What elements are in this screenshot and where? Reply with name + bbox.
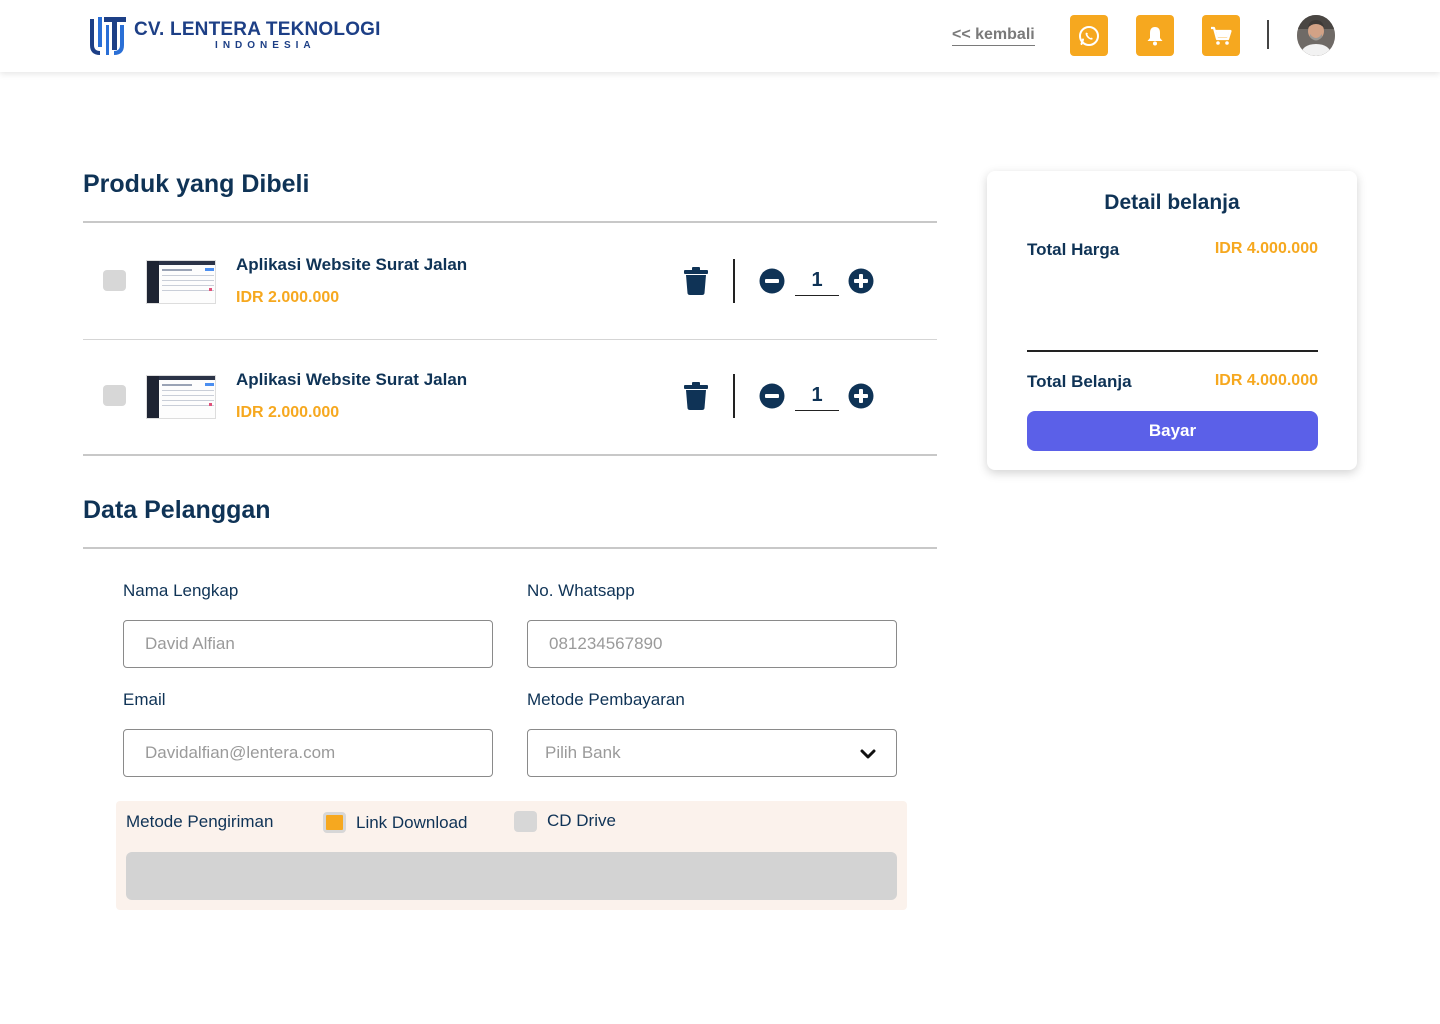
name-label: Nama Lengkap [123,581,239,600]
logo-subtitle: INDONESIA [215,40,316,51]
quantity-input[interactable] [795,266,839,296]
quantity-input[interactable] [795,381,839,411]
shipping-option-label[interactable]: Link Download [356,813,468,833]
pay-button[interactable]: Bayar [1027,411,1318,451]
shipping-option-label[interactable]: CD Drive [547,811,616,831]
company-logo[interactable]: CV. LENTERA TEKNOLOGI INDONESIA [88,14,381,58]
bell-icon [1147,26,1163,45]
product-row: Aplikasi Website Surat Jalan IDR 2.000.0… [83,224,937,339]
header-divider [1267,20,1269,49]
payment-method-value: Pilih Bank [545,743,621,762]
whatsapp-input[interactable] [527,620,897,668]
back-link[interactable]: << kembali [952,26,1035,46]
top-navbar: CV. LENTERA TEKNOLOGI INDONESIA << kemba… [0,0,1440,72]
product-thumbnail [146,260,216,304]
shipping-method-panel: Metode Pengiriman Link Download CD Drive [116,801,907,910]
payment-method-select[interactable]: Pilih Bank [527,729,897,777]
avatar-image [1297,15,1335,56]
row-divider [733,259,735,303]
product-price: IDR 2.000.000 [236,404,340,421]
shipping-option-cd-drive[interactable] [514,811,537,832]
order-summary-card: Detail belanja Total Harga IDR 4.000.000… [987,171,1357,470]
decrease-qty-button[interactable] [759,268,785,294]
email-label: Email [123,690,166,709]
summary-title: Detail belanja [1104,191,1240,214]
cart-button[interactable] [1202,15,1240,56]
chevron-down-icon [860,749,876,759]
total-shopping-label: Total Belanja [1027,372,1132,391]
product-price: IDR 2.000.000 [236,289,340,306]
increase-qty-button[interactable] [848,268,874,294]
logo-mark-icon [90,17,126,55]
email-input[interactable] [123,729,493,777]
total-price-value: IDR 4.000.000 [1214,240,1318,257]
name-input[interactable] [123,620,493,668]
shipping-detail-field[interactable] [126,852,897,900]
cart-icon [1211,26,1232,45]
notification-button[interactable] [1136,15,1174,56]
increase-qty-button[interactable] [848,383,874,409]
row-divider [733,374,735,418]
user-avatar[interactable] [1297,15,1335,56]
section-divider [83,221,937,223]
summary-divider [1027,350,1318,352]
product-row: Aplikasi Website Surat Jalan IDR 2.000.0… [83,339,937,454]
total-shopping-value: IDR 4.000.000 [1214,372,1318,389]
trash-icon[interactable] [684,382,708,410]
whatsapp-icon [1079,25,1099,46]
products-section-title: Produk yang Dibeli [83,170,310,198]
product-name: Aplikasi Website Surat Jalan [236,370,468,389]
section-divider [83,454,937,456]
customer-section-title: Data Pelanggan [83,496,271,524]
product-name: Aplikasi Website Surat Jalan [236,255,468,274]
trash-icon[interactable] [684,267,708,295]
shipping-option-link-download[interactable] [323,812,346,833]
whatsapp-label: No. Whatsapp [527,581,635,600]
whatsapp-button[interactable] [1070,15,1108,56]
section-divider [83,547,937,549]
payment-method-label: Metode Pembayaran [527,690,685,709]
product-thumbnail [146,375,216,419]
shipping-method-label: Metode Pengiriman [126,812,274,831]
logo-title: CV. LENTERA TEKNOLOGI [134,19,381,40]
product-checkbox[interactable] [103,385,126,406]
product-checkbox[interactable] [103,270,126,291]
total-price-label: Total Harga [1027,240,1120,259]
decrease-qty-button[interactable] [759,383,785,409]
